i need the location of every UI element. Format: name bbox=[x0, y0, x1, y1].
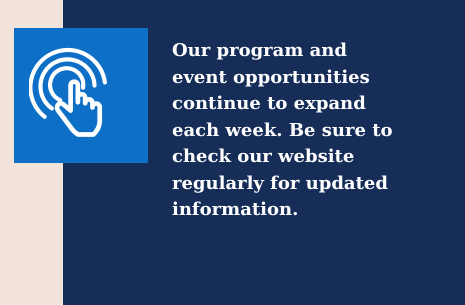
touch-hand-icon bbox=[29, 47, 107, 137]
info-message: Our program and event opportunities cont… bbox=[172, 40, 393, 220]
icon-tile bbox=[14, 28, 148, 163]
